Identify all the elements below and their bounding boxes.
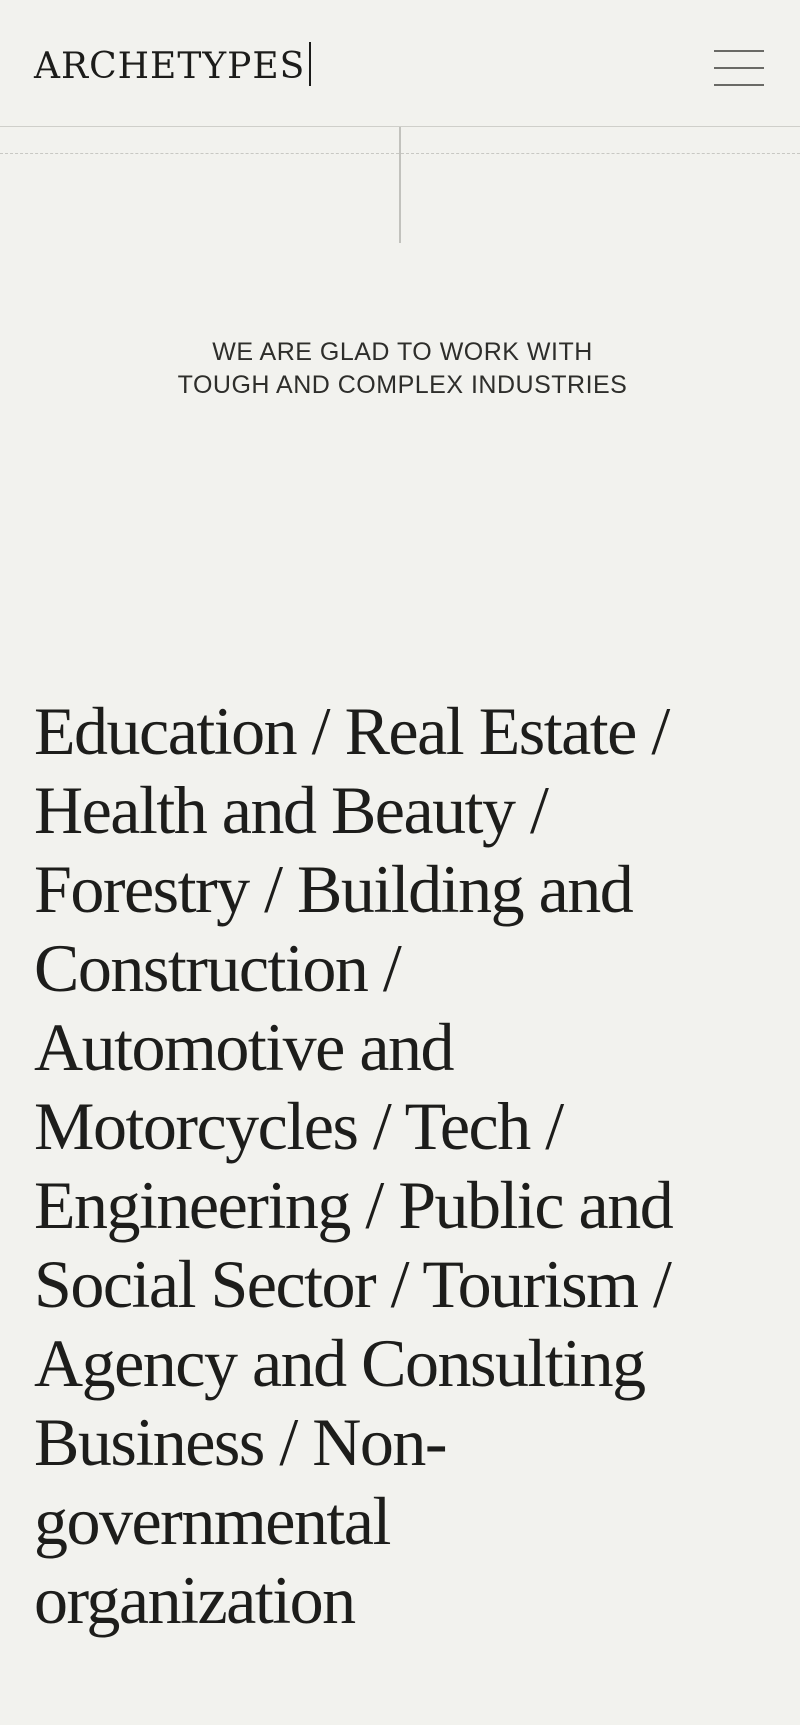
- hamburger-menu-icon[interactable]: [712, 48, 766, 88]
- industries-line: Social Sector / Tourism /: [34, 1246, 672, 1322]
- site-header: ARCHETYPES: [0, 0, 800, 127]
- industries-line: Agency and Consulting: [34, 1325, 646, 1401]
- dashed-divider-right: [401, 153, 800, 154]
- industries-line: Forestry / Building and: [34, 851, 634, 927]
- industries-line: Engineering / Public and: [34, 1167, 674, 1243]
- intro-line-1: WE ARE GLAD TO WORK WITH: [212, 338, 593, 366]
- dashed-divider-left: [0, 153, 399, 154]
- menu-bar-bottom: [714, 84, 764, 86]
- decorative-guides: [0, 127, 800, 247]
- logo-link[interactable]: ARCHETYPES: [34, 42, 312, 91]
- industries-line: Automotive and: [34, 1009, 455, 1085]
- text-cursor-icon: [309, 42, 312, 86]
- industries-line: Education / Real Estate /: [34, 693, 670, 769]
- intro-line-2: TOUGH AND COMPLEX INDUSTRIES: [177, 371, 628, 399]
- industries-line: organization: [34, 1562, 356, 1638]
- industries-line: Health and Beauty /: [34, 772, 549, 848]
- industries-line: Business / Non-: [34, 1404, 447, 1480]
- intro-heading: WE ARE GLAD TO WORK WITH TOUGH AND COMPL…: [0, 336, 800, 402]
- industries-line: Construction /: [34, 930, 402, 1006]
- menu-bar-middle: [714, 67, 764, 69]
- industries-line: Motorcycles / Tech /: [34, 1088, 564, 1164]
- menu-bar-top: [714, 50, 764, 52]
- industries-list: Education / Real Estate / Health and Bea…: [34, 692, 754, 1640]
- vertical-divider: [399, 127, 401, 243]
- logo-text: ARCHETYPES: [34, 46, 306, 87]
- industries-line: governmental: [34, 1483, 391, 1559]
